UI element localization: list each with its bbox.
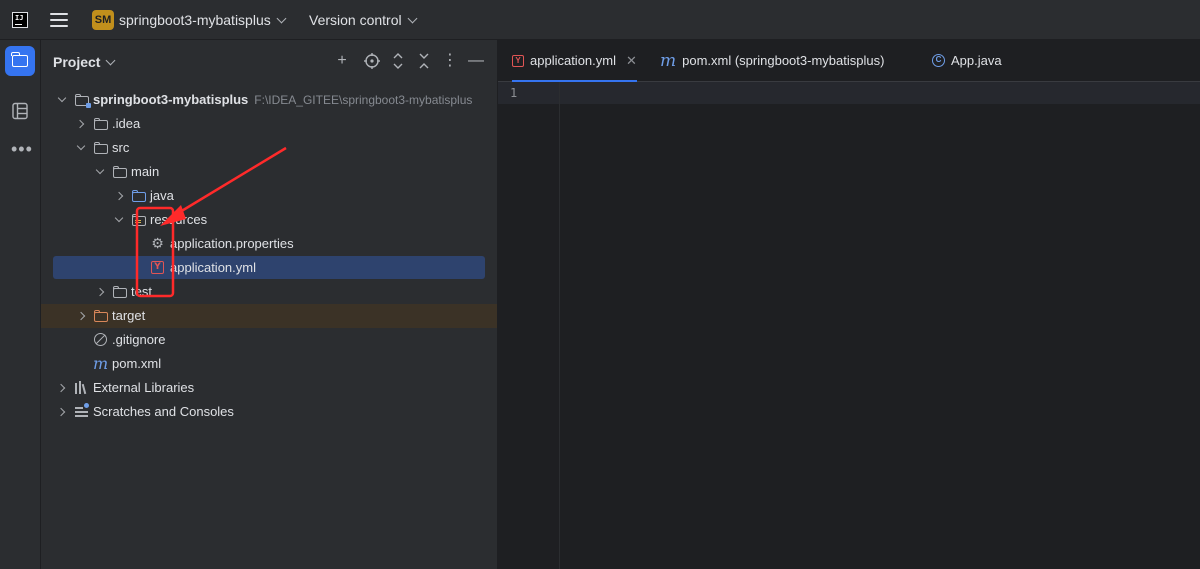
tree-item-label: java <box>150 188 174 203</box>
chevron-down-icon <box>407 13 418 24</box>
maven-icon: m <box>660 51 677 72</box>
yaml-icon: Y <box>512 54 524 67</box>
tab-label: application.yml <box>530 53 616 68</box>
tree-item-gitignore[interactable]: .gitignore <box>41 328 497 352</box>
tree-item-main[interactable]: main <box>41 160 497 184</box>
chevron-right-icon[interactable] <box>78 304 90 328</box>
panel-title-label: Project <box>53 54 101 70</box>
gear-icon: ⚙ <box>151 235 164 251</box>
tree-item-label: springboot3-mybatisplus <box>93 92 249 107</box>
scratches-icon <box>75 403 89 418</box>
project-tree: springboot3-mybatisplus F:\IDEA_GITEE\spr… <box>41 88 497 424</box>
locate-icon[interactable] <box>361 50 383 72</box>
current-line-highlight <box>498 82 1200 104</box>
expand-icon[interactable] <box>387 50 409 72</box>
chevron-down-icon[interactable] <box>76 136 88 160</box>
tree-item-path: F:\IDEA_GITEE\springboot3-mybatisplus <box>254 93 473 107</box>
close-icon[interactable]: ✕ <box>626 53 637 68</box>
tree-item-label: application.properties <box>170 236 294 251</box>
minimize-icon[interactable]: — <box>465 50 487 72</box>
line-number: 1 <box>510 86 518 100</box>
yaml-icon: Y <box>151 261 164 274</box>
tree-item-label: src <box>112 140 130 155</box>
project-tool-button[interactable] <box>5 46 35 76</box>
chevron-right-icon[interactable] <box>58 400 70 424</box>
collapse-icon[interactable] <box>413 50 435 72</box>
intellij-logo-icon[interactable]: IJ <box>12 12 28 28</box>
chevron-down-icon[interactable] <box>114 208 126 232</box>
tree-item-root[interactable]: springboot3-mybatisplus F:\IDEA_GITEE\spr… <box>41 88 497 112</box>
tree-item-label: .idea <box>112 116 141 131</box>
chevron-right-icon[interactable] <box>97 280 109 304</box>
project-selector-label: springboot3-mybatisplus <box>119 12 271 28</box>
line-gutter: 1 <box>498 82 560 569</box>
tree-item-idea[interactable]: .idea <box>41 112 497 136</box>
editor-area: Yapplication.yml ✕ m pom.xml (springboot3-… <box>498 40 1200 569</box>
chevron-right-icon[interactable] <box>116 184 128 208</box>
editor-tabs: Yapplication.yml ✕ m pom.xml (springboot3-… <box>498 40 1200 82</box>
folder-icon <box>94 141 108 155</box>
tree-item-target[interactable]: target <box>41 304 497 328</box>
library-icon <box>75 381 88 395</box>
tree-item-external-libraries[interactable]: External Libraries <box>41 376 497 400</box>
chevron-down-icon[interactable] <box>57 88 69 112</box>
tree-item-label: .gitignore <box>112 332 166 347</box>
tree-item-label: test <box>131 284 152 299</box>
chevron-right-icon[interactable] <box>77 112 89 136</box>
tree-item-label: Scratches and Consoles <box>93 404 234 419</box>
tree-item-label: External Libraries <box>93 380 195 395</box>
more-icon[interactable]: ⋮ <box>439 50 461 72</box>
tab-application-yml[interactable]: Yapplication.yml ✕ <box>512 40 637 82</box>
module-folder-icon <box>75 93 91 108</box>
tree-item-label: resources <box>150 212 208 227</box>
project-panel: Project + ⋮ — springboot3-mybatisplus F:\… <box>41 40 497 569</box>
tab-app-java[interactable]: C App.java <box>932 40 1002 81</box>
folder-icon <box>113 285 127 299</box>
tab-pom-xml[interactable]: m pom.xml (springboot3-mybatisplus) <box>660 40 884 81</box>
ignore-file-icon <box>94 333 107 346</box>
tree-item-label: main <box>131 164 160 179</box>
class-icon: C <box>932 54 945 68</box>
main-menu-icon[interactable] <box>50 13 68 27</box>
structure-icon[interactable] <box>11 102 29 120</box>
chevron-down-icon[interactable] <box>95 160 107 184</box>
tree-item-src[interactable]: src <box>41 136 497 160</box>
tree-item-label: pom.xml <box>112 356 162 371</box>
chevron-right-icon[interactable] <box>58 376 70 400</box>
tree-item-scratches[interactable]: Scratches and Consoles <box>41 400 497 424</box>
tab-label: App.java <box>951 53 1002 68</box>
folder-icon <box>11 52 28 67</box>
tree-item-application-yml[interactable]: Y application.yml <box>41 256 497 280</box>
excluded-folder-icon <box>94 309 108 323</box>
tool-window-strip: ••• <box>0 40 41 569</box>
tree-item-label: application.yml <box>170 260 256 275</box>
panel-title[interactable]: Project <box>53 54 116 70</box>
tree-item-label: target <box>112 308 146 323</box>
source-folder-icon <box>132 189 146 203</box>
title-bar: IJ SM springboot3-mybatisplus Version co… <box>0 0 1200 40</box>
tree-item-resources[interactable]: resources <box>41 208 497 232</box>
vcs-selector[interactable]: Version control <box>309 12 418 28</box>
tree-item-pom[interactable]: m pom.xml <box>41 352 497 376</box>
resources-folder-icon <box>132 213 146 227</box>
more-tools-icon[interactable]: ••• <box>11 140 33 158</box>
tab-label: pom.xml (springboot3-mybatisplus) <box>682 53 885 68</box>
tree-item-test[interactable]: test <box>41 280 497 304</box>
maven-icon: m <box>93 354 109 373</box>
folder-icon <box>94 117 108 131</box>
project-badge[interactable]: SM <box>92 10 114 30</box>
vcs-selector-label: Version control <box>309 12 402 28</box>
tree-item-java[interactable]: java <box>41 184 497 208</box>
tree-item-application-properties[interactable]: ⚙ application.properties <box>41 232 497 256</box>
chevron-down-icon <box>276 13 287 24</box>
add-icon[interactable]: + <box>331 50 353 72</box>
project-selector[interactable]: springboot3-mybatisplus <box>119 12 287 28</box>
folder-icon <box>113 165 127 179</box>
chevron-down-icon <box>106 55 116 66</box>
selection-highlight <box>53 256 485 279</box>
